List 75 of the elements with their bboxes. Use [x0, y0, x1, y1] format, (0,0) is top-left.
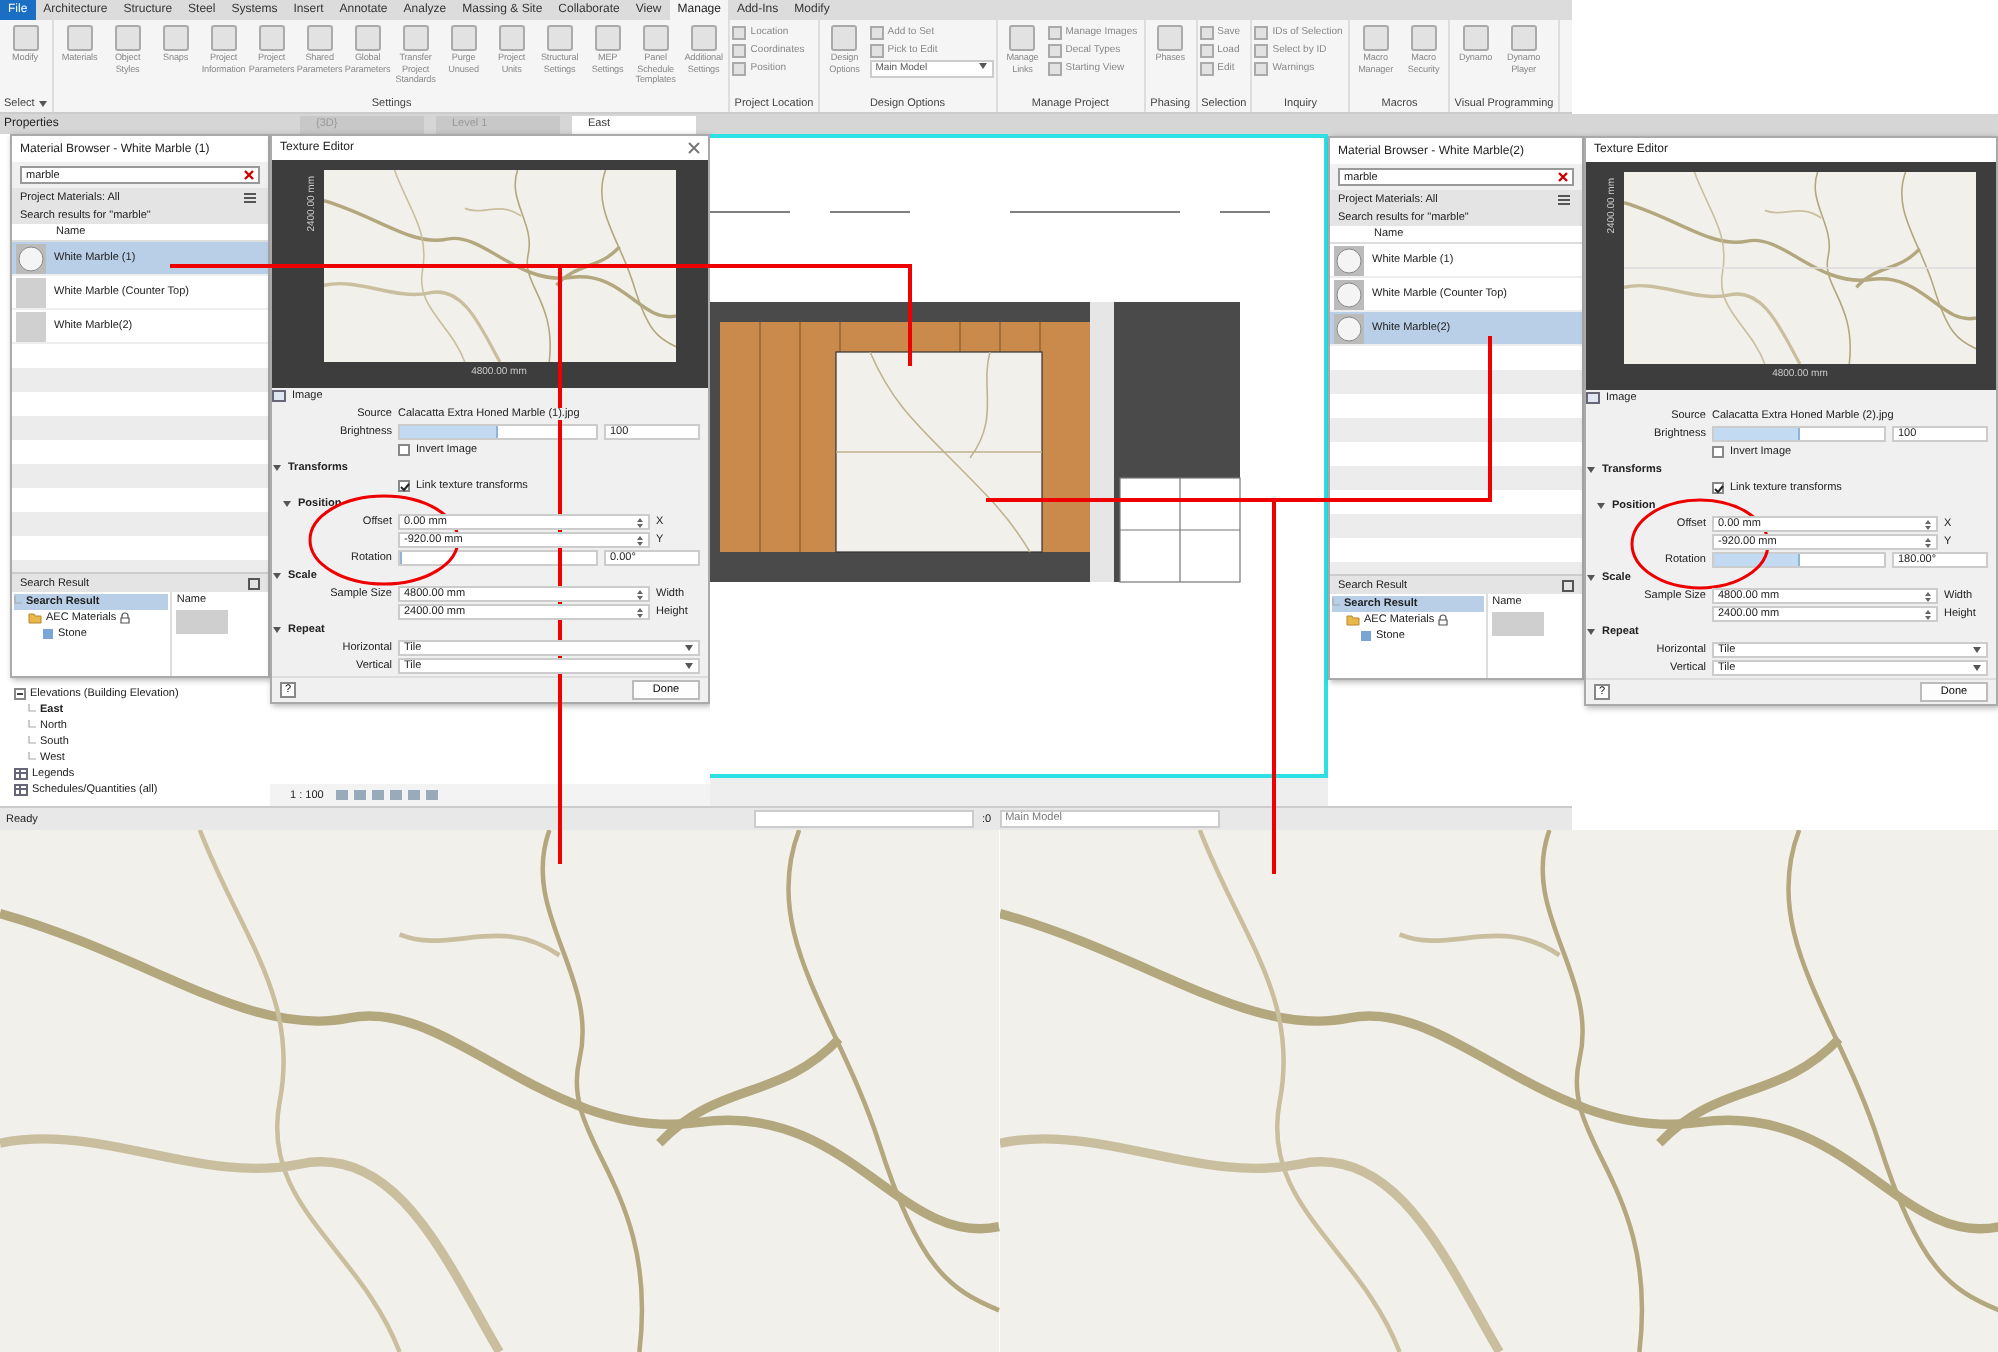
- panel-toggle-icon: [248, 577, 260, 589]
- material-icon: [1360, 630, 1372, 642]
- caret-icon: [1586, 574, 1596, 583]
- spinner-icon: [636, 515, 644, 530]
- spinner-icon: [636, 605, 644, 620]
- tool-icon: [1361, 24, 1390, 52]
- tool-icon: [1509, 24, 1538, 52]
- sphere-thumbnail-icon: [1334, 279, 1364, 309]
- tool-icon: [449, 24, 478, 52]
- tool-icon: [65, 24, 94, 52]
- caret-icon: [282, 500, 292, 509]
- slider-track[interactable]: [1712, 552, 1886, 569]
- tool-icon: [209, 24, 238, 52]
- stone-thumbnail-icon: [176, 610, 229, 634]
- spinner-icon: [1924, 589, 1932, 604]
- tool-icon: [641, 24, 670, 52]
- checkbox[interactable]: [1712, 446, 1724, 459]
- material-icon: [42, 628, 54, 640]
- tool-icon: [497, 24, 526, 52]
- clear-icon: [244, 170, 254, 180]
- tool-icon: [11, 24, 39, 52]
- spinner-icon: [1924, 535, 1932, 550]
- tool-icon: [1156, 24, 1185, 52]
- checkbox[interactable]: [398, 480, 410, 493]
- caret-icon: [977, 62, 988, 70]
- caret-icon: [1586, 466, 1596, 475]
- spinner-icon: [1924, 607, 1932, 622]
- tool-icon: [689, 24, 718, 52]
- slider-track[interactable]: [1712, 426, 1886, 443]
- check-icon: [399, 481, 409, 492]
- tool-icon: [113, 24, 142, 52]
- clear-icon: [1558, 172, 1568, 182]
- caret-icon: [272, 572, 282, 581]
- tool-icon: [1409, 24, 1438, 52]
- list-view-icon: [244, 191, 260, 203]
- tool-icon: [1461, 24, 1490, 52]
- collapse-icon: [14, 688, 26, 700]
- close-icon: [688, 142, 700, 155]
- swatch-thumbnail-icon: [16, 311, 46, 341]
- tool-icon: [257, 24, 286, 52]
- list-view-icon: [1558, 193, 1574, 205]
- lock-icon: [120, 612, 131, 624]
- tool-icon: [305, 24, 334, 52]
- table-icon: [14, 784, 28, 796]
- tool-icon: [353, 24, 382, 52]
- slider-track[interactable]: [398, 424, 598, 441]
- caret-icon: [272, 626, 282, 635]
- sphere-thumbnail-icon: [1334, 245, 1364, 275]
- image-icon: [1586, 392, 1600, 405]
- tool-icon: [593, 24, 622, 52]
- caret-icon: [1586, 628, 1596, 637]
- checkbox[interactable]: [398, 444, 410, 457]
- spinner-icon: [1924, 517, 1932, 532]
- caret-icon: [272, 464, 282, 473]
- spinner-icon: [636, 587, 644, 602]
- image-icon: [272, 390, 286, 403]
- spinner-icon: [636, 533, 644, 548]
- tool-icon: [161, 24, 190, 52]
- panel-toggle-icon: [1562, 579, 1574, 591]
- tool-icon: [1008, 24, 1037, 52]
- tool-icon: [545, 24, 574, 52]
- sphere-thumbnail-icon: [1334, 313, 1364, 343]
- tool-icon: [830, 24, 859, 52]
- stone-thumbnail-icon: [1492, 612, 1545, 636]
- slider-track[interactable]: [398, 550, 598, 567]
- table-icon: [14, 768, 28, 780]
- workset-field[interactable]: [754, 810, 974, 828]
- checkbox[interactable]: [1712, 482, 1724, 495]
- check-icon: [1713, 483, 1723, 494]
- lock-icon: [1438, 614, 1449, 626]
- caret-icon: [1596, 502, 1606, 511]
- caret-icon: [38, 99, 49, 107]
- sphere-thumbnail-icon: [16, 243, 46, 273]
- tool-icon: [401, 24, 430, 52]
- swatch-thumbnail-icon: [16, 277, 46, 307]
